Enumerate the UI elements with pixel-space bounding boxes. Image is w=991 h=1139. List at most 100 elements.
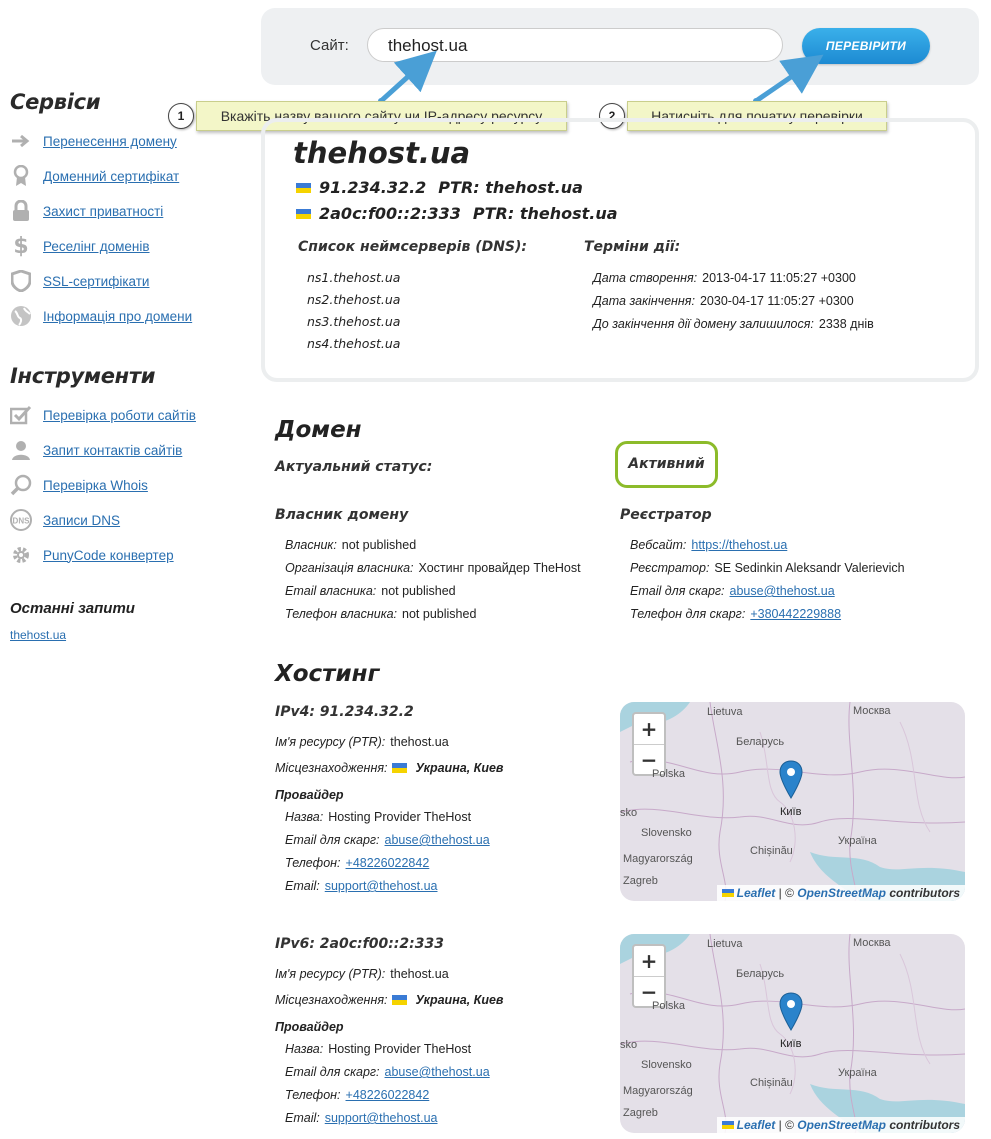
provider-email-row: Email: support@thehost.ua bbox=[285, 879, 438, 893]
location-row: Місцезнаходження: Украина, Киев bbox=[275, 761, 504, 775]
domain-section-title: Домен bbox=[275, 417, 362, 443]
certificate-icon bbox=[10, 165, 32, 187]
abuse-email-link[interactable]: abuse@thehost.ua bbox=[730, 584, 835, 598]
location-map[interactable]: + − Lietuva Москва Беларусь Polska Київ … bbox=[620, 702, 965, 901]
sidebar-item-reselling[interactable]: $ Реселінг доменів bbox=[10, 234, 150, 259]
ipv4-line: 91.234.32.2 PTR: thehost.ua bbox=[296, 178, 583, 197]
leaflet-link[interactable]: Leaflet bbox=[737, 1118, 776, 1132]
provider-email-link[interactable]: support@thehost.ua bbox=[325, 1111, 438, 1125]
location-row: Місцезнаходження: Украина, Киев bbox=[275, 993, 504, 1007]
sidebar-item-label[interactable]: Захист приватності bbox=[43, 204, 163, 219]
sidebar-item-domain-transfer[interactable]: Перенесення домену bbox=[10, 130, 177, 152]
osm-link[interactable]: OpenStreetMap bbox=[797, 1118, 886, 1132]
sidebar-item-label[interactable]: Запит контактів сайтів bbox=[43, 443, 182, 458]
sidebar-item-label[interactable]: Перенесення домену bbox=[43, 134, 177, 149]
owner-title: Власник домену bbox=[275, 507, 409, 523]
nameserver: ns2.thehost.ua bbox=[307, 292, 401, 307]
provider-abuse-row: Email для скарг: abuse@thehost.ua bbox=[285, 833, 490, 847]
sidebar-item-label[interactable]: PunyCode конвертер bbox=[43, 548, 174, 563]
ukraine-flag-icon bbox=[721, 1121, 734, 1129]
zoom-in-button[interactable]: + bbox=[634, 946, 664, 977]
owner-row: Організація власника: Хостинг провайдер T… bbox=[285, 561, 581, 575]
map-label: Magyarország bbox=[623, 1085, 693, 1097]
tools-title: Інструменти bbox=[10, 364, 156, 388]
map-label: Україна bbox=[838, 835, 877, 847]
hosting-section-title: Хостинг bbox=[275, 661, 380, 687]
sidebar-item-domain-info[interactable]: Інформація про домени bbox=[10, 305, 192, 327]
nameserver: ns3.thehost.ua bbox=[307, 314, 401, 329]
map-background bbox=[620, 934, 965, 1133]
osm-link[interactable]: OpenStreetMap bbox=[797, 886, 886, 900]
provider-phone-row: Телефон: +48226022842 bbox=[285, 1088, 430, 1102]
map-zoom-control: + − bbox=[632, 944, 666, 1008]
sidebar-item-label[interactable]: SSL-сертифікати bbox=[43, 274, 149, 289]
provider-phone-link[interactable]: +48226022842 bbox=[346, 856, 430, 870]
sidebar-item-label[interactable]: Перевірка роботи сайтів bbox=[43, 408, 196, 423]
ptr-row: Ім'я ресурсу (PTR): thehost.ua bbox=[275, 735, 449, 749]
map-label: Chișinău bbox=[750, 845, 793, 857]
map-label: Київ bbox=[780, 806, 802, 818]
provider-email-row: Email: support@thehost.ua bbox=[285, 1111, 438, 1125]
provider-abuse-link[interactable]: abuse@thehost.ua bbox=[385, 833, 490, 847]
map-label: Україна bbox=[838, 1067, 877, 1079]
leaflet-link[interactable]: Leaflet bbox=[737, 886, 776, 900]
owner-row: Власник: not published bbox=[285, 538, 417, 552]
provider-name-row: Назва: Hosting Provider TheHost bbox=[285, 810, 472, 824]
sidebar-item-site-check[interactable]: Перевірка роботи сайтів bbox=[10, 404, 196, 426]
sidebar-item-ssl[interactable]: SSL-сертифікати bbox=[10, 270, 149, 292]
sidebar-item-label[interactable]: Перевірка Whois bbox=[43, 478, 148, 493]
sidebar-item-label[interactable]: Реселінг доменів bbox=[43, 239, 150, 254]
provider-phone-link[interactable]: +48226022842 bbox=[346, 1088, 430, 1102]
map-label: sko bbox=[620, 1039, 638, 1051]
zoom-in-button[interactable]: + bbox=[634, 714, 664, 745]
sidebar-item-label[interactable]: Записи DNS bbox=[43, 513, 120, 528]
registrar-row: Реєстратор: SE Sedinkin Aleksandr Valerie… bbox=[630, 561, 905, 575]
map-label: Київ bbox=[780, 1038, 802, 1050]
sidebar-item-contacts[interactable]: Запит контактів сайтів bbox=[10, 439, 182, 461]
provider-title: Провайдер bbox=[275, 788, 344, 802]
status-label: Актуальний статус: bbox=[275, 459, 433, 475]
map-attribution: Leaflet | © OpenStreetMap contributors bbox=[716, 1117, 965, 1133]
map-label: Slovensko bbox=[641, 1059, 692, 1071]
created-row: Дата створення: 2013-04-17 11:05:27 +0300 bbox=[593, 271, 856, 285]
ptr-row: Ім'я ресурсу (PTR): thehost.ua bbox=[275, 967, 449, 981]
sidebar-item-domain-certificate[interactable]: Доменний сертифікат bbox=[10, 165, 179, 187]
provider-phone-row: Телефон: +48226022842 bbox=[285, 856, 430, 870]
callout-1-number: 1 bbox=[168, 103, 194, 129]
recent-query-link[interactable]: thehost.ua bbox=[10, 628, 66, 642]
sidebar-item-punycode[interactable]: PunyCode конвертер bbox=[10, 544, 174, 566]
map-label: Chișinău bbox=[750, 1077, 793, 1089]
sidebar-item-whois[interactable]: Перевірка Whois bbox=[10, 474, 148, 496]
checkbox-icon bbox=[10, 404, 32, 426]
website-link[interactable]: https://thehost.ua bbox=[691, 538, 787, 552]
sidebar-item-label[interactable]: Інформація про домени bbox=[43, 309, 192, 324]
ns-title: Список неймсерверів (DNS): bbox=[298, 239, 528, 255]
map-label: sko bbox=[620, 807, 638, 819]
map-label: Беларусь bbox=[736, 736, 785, 748]
map-marker-icon[interactable] bbox=[779, 760, 803, 800]
map-label: Lietuva bbox=[707, 706, 743, 718]
map-label: Москва bbox=[853, 705, 891, 717]
ukraine-flag-icon bbox=[296, 182, 311, 193]
abuse-phone-row: Телефон для скарг: +380442229888 bbox=[630, 607, 842, 621]
user-icon bbox=[10, 439, 32, 461]
sidebar-item-label[interactable]: Доменний сертифікат bbox=[43, 169, 179, 184]
ukraine-flag-icon bbox=[721, 889, 734, 897]
abuse-email-row: Email для скарг: abuse@thehost.ua bbox=[630, 584, 835, 598]
map-attribution: Leaflet | © OpenStreetMap contributors bbox=[716, 885, 965, 901]
map-label: Беларусь bbox=[736, 968, 785, 980]
map-label: Lietuva bbox=[707, 938, 743, 950]
terms-title: Терміни дії: bbox=[584, 239, 681, 255]
provider-abuse-row: Email для скарг: abuse@thehost.ua bbox=[285, 1065, 490, 1079]
provider-abuse-link[interactable]: abuse@thehost.ua bbox=[385, 1065, 490, 1079]
location-map[interactable]: + − Lietuva Москва Беларусь Polska Київ … bbox=[620, 934, 965, 1133]
sidebar-item-privacy[interactable]: Захист приватності bbox=[10, 200, 163, 222]
map-marker-icon[interactable] bbox=[779, 992, 803, 1032]
abuse-phone-link[interactable]: +380442229888 bbox=[750, 607, 841, 621]
ipv6-line: 2a0c:f00::2:333 PTR: thehost.ua bbox=[296, 204, 618, 223]
sidebar-item-dns[interactable]: DNS Записи DNS bbox=[10, 509, 120, 531]
nameserver: ns1.thehost.ua bbox=[307, 270, 401, 285]
recent-queries-title: Останні запити bbox=[10, 600, 135, 617]
provider-email-link[interactable]: support@thehost.ua bbox=[325, 879, 438, 893]
magnifier-icon bbox=[10, 474, 32, 496]
